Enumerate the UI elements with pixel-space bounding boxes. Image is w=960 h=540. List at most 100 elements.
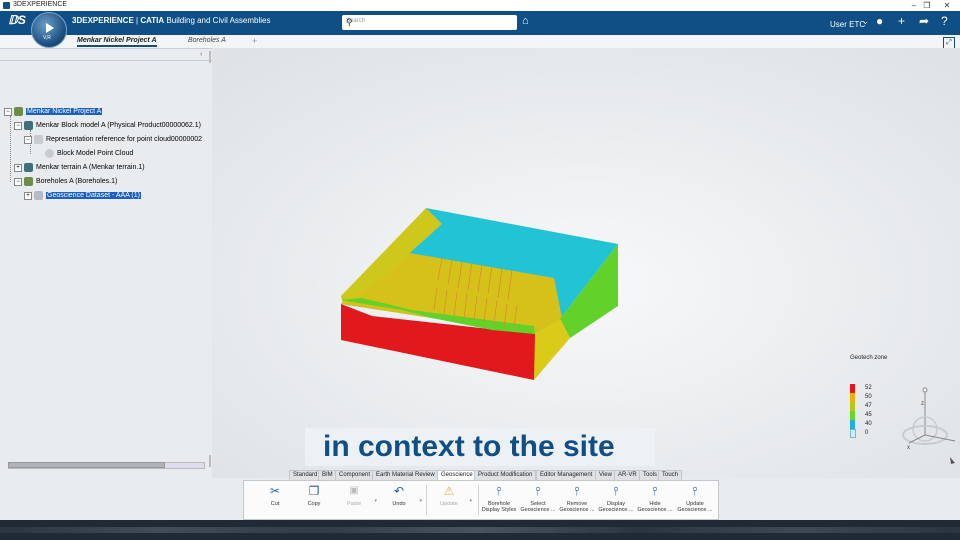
legend-swatch [850, 420, 855, 429]
tree-scrollbar-thumb[interactable] [8, 462, 165, 468]
tree-node-root[interactable]: − Menkar Nickel Project A [4, 107, 103, 116]
top-bar: 𝔻S 3DEXPERIENCE | CATIA Building and Civ… [0, 11, 960, 35]
legend-title: Geotech zone [850, 355, 888, 361]
paste-icon: ▣ [349, 485, 359, 496]
cut-label: Cut [270, 501, 280, 507]
brand-role: Building and Civil Assemblies [166, 16, 271, 25]
paste-button[interactable]: ▣ Paste ▾ [334, 484, 377, 518]
play-icon[interactable] [46, 23, 54, 33]
collapse-icon[interactable]: − [14, 177, 22, 186]
window-titlebar: 3DEXPERIENCE – ❐ ✕ [0, 0, 960, 11]
legend-swatch [850, 411, 855, 420]
restore-button[interactable]: ❐ [917, 0, 937, 11]
tree-label-representation[interactable]: Representation reference for point cloud… [46, 136, 202, 143]
legend-swatch [850, 384, 855, 393]
search-icon[interactable]: ⚲ [346, 17, 513, 28]
tool-label-line2: Geoscience ... [677, 507, 713, 513]
add-icon[interactable]: + [898, 14, 905, 28]
copy-button[interactable]: ❐ Copy [294, 484, 334, 518]
select-geoscience-icon: ⫯ [535, 484, 541, 498]
legend-value: 0 [865, 430, 869, 436]
orientation-compass[interactable]: z x [895, 385, 960, 470]
legend-value: 45 [865, 412, 872, 418]
tree-label-block-model[interactable]: Menkar Block model A (Physical Product00… [36, 122, 201, 129]
legend-value: 50 [865, 394, 872, 400]
search-input[interactable]: Search ⚲ [342, 15, 517, 30]
hide-geoscience-button[interactable]: ⫯ Hide Geoscience ... [635, 484, 675, 518]
update-button[interactable]: ⚠ Update ▾ [429, 484, 472, 518]
cut-button[interactable]: ✂ Cut [255, 484, 295, 518]
remove-geoscience-icon: ⫯ [574, 484, 580, 498]
update-geoscience-button[interactable]: ⫯ Update Geoscience ... [675, 484, 715, 518]
os-taskbar [0, 520, 960, 540]
window-title: 3DEXPERIENCE [13, 1, 68, 8]
compass-x-label: x [907, 445, 910, 451]
taskbar-icons [0, 527, 960, 533]
collapse-panel-icon[interactable]: ‹ [200, 51, 202, 58]
tree-node-dataset[interactable]: + Geoscience Dataset - AAA (1) [24, 191, 141, 200]
tree-label-point-cloud[interactable]: Block Model Point Cloud [57, 150, 133, 157]
close-button[interactable]: ✕ [937, 0, 957, 11]
caption-text: in context to the site [323, 430, 615, 463]
point-cloud-icon [45, 149, 54, 158]
3d-viewport[interactable] [212, 48, 960, 478]
tool-label-line2: Geoscience ... [520, 507, 556, 513]
legend-scale: 52 50 47 45 40 0 [850, 368, 887, 438]
remove-geoscience-button[interactable]: ⫯ Remove Geoscience ... [557, 484, 597, 518]
toolbar-separator [426, 485, 427, 515]
legend-swatch [850, 393, 855, 402]
tree-node-terrain[interactable]: + Menkar terrain A (Menkar terrain.1) [14, 163, 145, 172]
paste-dropdown-icon[interactable]: ▾ [374, 498, 377, 504]
tree-connector [10, 116, 11, 182]
display-geoscience-icon: ⫯ [613, 484, 619, 498]
paste-label: Paste [346, 501, 362, 507]
compass-widget[interactable]: V,R [31, 12, 67, 48]
borehole-display-icon: ⫯ [496, 484, 502, 498]
panel-splitter[interactable] [209, 51, 211, 63]
tree-label-terrain[interactable]: Menkar terrain A (Menkar terrain.1) [36, 164, 145, 171]
collapse-icon[interactable]: − [14, 121, 22, 130]
update-dropdown-icon[interactable]: ▾ [469, 498, 472, 504]
brand-app: CATIA [140, 16, 165, 25]
add-tab-icon[interactable]: + [252, 36, 257, 46]
select-geoscience-button[interactable]: ⫯ Select Geoscience ... [518, 484, 558, 518]
expand-icon[interactable]: + [24, 191, 32, 200]
help-icon[interactable]: ? [941, 14, 948, 28]
display-geoscience-button[interactable]: ⫯ Display Geoscience ... [596, 484, 636, 518]
share-icon[interactable]: ➦ [919, 14, 929, 28]
tree-node-representation[interactable]: − Representation reference for point clou… [24, 135, 202, 144]
tree-node-block-model[interactable]: − Menkar Block model A (Physical Product0… [14, 121, 201, 130]
borehole-display-styles-button[interactable]: ⫯ Borehole Display Styles [479, 484, 519, 518]
brand-title: 3DEXPERIENCE | CATIA Building and Civil … [72, 16, 270, 25]
collapse-icon[interactable]: − [24, 135, 32, 144]
block-model-icon [24, 121, 33, 130]
tree-label-root[interactable]: Menkar Nickel Project A [26, 108, 103, 115]
tool-label-line2: Display Styles [481, 507, 517, 513]
boreholes-icon [24, 177, 33, 186]
avatar-icon[interactable]: ● [876, 14, 883, 28]
video-caption: in context to the site [305, 428, 655, 466]
collapse-icon[interactable]: − [4, 107, 12, 116]
user-name[interactable]: User ETC [830, 20, 865, 29]
document-tabs: Menkar Nickel Project A Boreholes A + [0, 35, 960, 49]
compass-z-label: z [921, 401, 924, 407]
tree-label-boreholes[interactable]: Boreholes A (Boreholes.1) [36, 178, 117, 185]
undo-button[interactable]: ↶ Undo ▾ [379, 484, 422, 518]
tool-label-line2: Geoscience ... [637, 507, 673, 513]
chevron-down-icon[interactable]: ⌄ [862, 17, 869, 26]
tag-icon[interactable]: ⌂ [522, 15, 529, 27]
tab-menkar-nickel-project[interactable]: Menkar Nickel Project A [77, 37, 157, 47]
undo-dropdown-icon[interactable]: ▾ [419, 498, 422, 504]
expand-icon[interactable]: + [14, 163, 22, 172]
compass-label: V,R [43, 35, 51, 41]
tree-label-dataset[interactable]: Geoscience Dataset - AAA (1) [46, 192, 141, 199]
tab-boreholes[interactable]: Boreholes A [188, 37, 226, 44]
scissors-icon: ✂ [269, 484, 281, 498]
tree-node-point-cloud[interactable]: Block Model Point Cloud [45, 149, 133, 158]
legend-swatch [850, 402, 855, 411]
legend-value: 52 [865, 385, 872, 391]
tree-node-boreholes[interactable]: − Boreholes A (Boreholes.1) [14, 177, 117, 186]
panel-splitter-bottom[interactable] [209, 455, 211, 467]
terrain-icon [24, 163, 33, 172]
legend-value: 40 [865, 421, 872, 427]
